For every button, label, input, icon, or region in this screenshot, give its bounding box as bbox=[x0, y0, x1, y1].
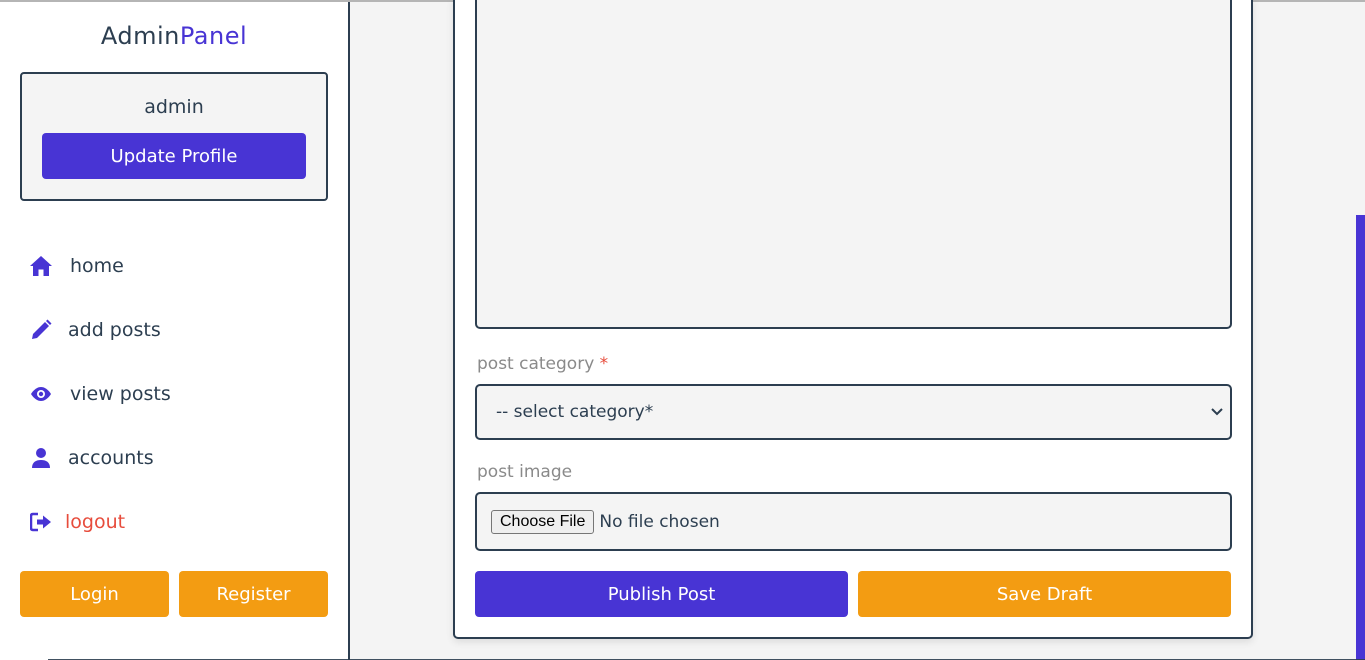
sidebar-item-add-posts[interactable]: add posts bbox=[28, 315, 161, 345]
chevron-down-icon bbox=[1210, 405, 1224, 419]
post-image-file-input[interactable]: Choose File No file chosen bbox=[475, 492, 1232, 551]
sidebar-item-view-posts[interactable]: view posts bbox=[28, 379, 171, 409]
post-form-card: post category * -- select category* post… bbox=[453, 0, 1253, 639]
logo-part-admin: Admin bbox=[100, 22, 180, 50]
register-button[interactable]: Register bbox=[179, 571, 328, 617]
post-image-label: post image bbox=[477, 462, 573, 482]
user-icon bbox=[28, 445, 54, 471]
choose-file-button[interactable]: Choose File bbox=[491, 509, 595, 534]
category-select[interactable]: -- select category* bbox=[475, 384, 1232, 440]
logo[interactable]: AdminPanel bbox=[0, 22, 348, 50]
eye-icon bbox=[28, 381, 54, 407]
logout-icon bbox=[28, 509, 54, 535]
sidebar-item-label: home bbox=[70, 255, 124, 277]
sidebar-item-label: add posts bbox=[68, 319, 161, 341]
sidebar-item-label: view posts bbox=[70, 383, 171, 405]
file-status: No file chosen bbox=[599, 511, 720, 532]
login-button[interactable]: Login bbox=[20, 571, 169, 617]
update-profile-button[interactable]: Update Profile bbox=[42, 133, 306, 179]
save-draft-button[interactable]: Save Draft bbox=[858, 571, 1231, 617]
page: AdminPanel admin Update Profile home add… bbox=[0, 0, 1365, 660]
pencil-icon bbox=[28, 317, 54, 343]
sidebar-item-label: accounts bbox=[68, 447, 154, 469]
post-category-label: post category * bbox=[477, 354, 608, 374]
sidebar-item-accounts[interactable]: accounts bbox=[28, 443, 154, 473]
sidebar-item-logout[interactable]: logout bbox=[28, 507, 125, 537]
logo-part-panel: Panel bbox=[179, 22, 248, 50]
post-content-textarea[interactable] bbox=[475, 0, 1232, 329]
sidebar-item-home[interactable]: home bbox=[28, 251, 124, 281]
sidebar-item-label: logout bbox=[65, 511, 126, 533]
publish-post-button[interactable]: Publish Post bbox=[475, 571, 848, 617]
post-category-label-text: post category bbox=[477, 354, 595, 374]
category-select-value: -- select category* bbox=[496, 402, 654, 422]
home-icon bbox=[28, 253, 54, 279]
scrollbar-thumb[interactable] bbox=[1356, 215, 1365, 660]
profile-card: admin Update Profile bbox=[20, 72, 328, 201]
profile-name: admin bbox=[144, 96, 204, 118]
sidebar: AdminPanel admin Update Profile home add… bbox=[0, 2, 350, 660]
required-mark: * bbox=[599, 354, 609, 374]
